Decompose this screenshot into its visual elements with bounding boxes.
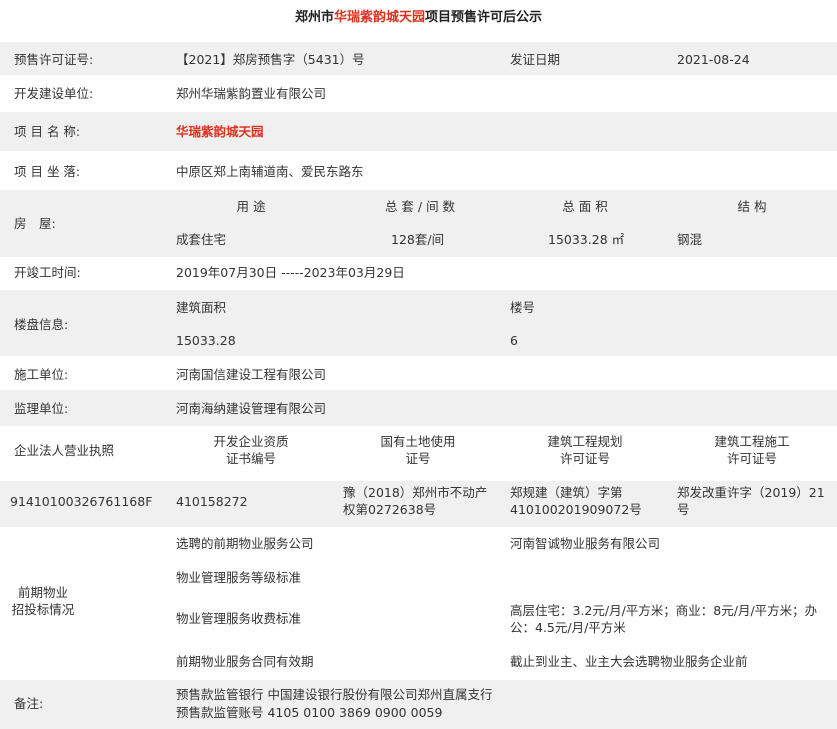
license-header-qualification: 开发企业资质 证书编号 (213, 434, 289, 466)
housing-header-units: 总 套 / 间 数 (384, 199, 456, 214)
developer-value: 郑州华瑞紫韵置业有限公司 (176, 86, 327, 101)
property-key-fee: 物业管理服务收费标准 (176, 611, 302, 626)
housing-header-area: 总 面 积 (562, 199, 608, 214)
supervisor-label: 监理单位: (14, 401, 69, 416)
supervisor-value: 河南海纳建设管理有限公司 (176, 401, 327, 416)
building-no-value: 6 (510, 333, 518, 348)
building-area-label: 建筑面积 (176, 300, 227, 315)
schedule-value: 2019年07月30日 -----2023年03月29日 (176, 265, 405, 280)
license-header-business: 企业法人营业执照 (14, 443, 115, 458)
remarks-label: 备注: (14, 696, 44, 711)
license-value-planning: 郑规建（建筑）字第410100201909072号 (510, 485, 642, 517)
location-value: 中原区郑上南辅道南、爱民东路东 (176, 164, 364, 179)
building-area-value: 15033.28 (176, 333, 236, 348)
row-band-project-name (0, 112, 837, 151)
property-label: 前期物业 招投标情况 (11, 585, 75, 617)
license-value-land: 豫（2018）郑州市不动产权第0272638号 (343, 485, 488, 517)
permit-value: 【2021】郑房预售字（5431）号 (176, 52, 365, 67)
page-title: 郑州市华瑞紫韵城天园项目预售许可后公示 (0, 6, 837, 25)
housing-header-structure: 结 构 (737, 199, 767, 214)
issue-date-value: 2021-08-24 (677, 52, 750, 67)
property-value-company: 河南智诚物业服务有限公司 (510, 536, 661, 551)
project-name-label: 项 目 名 称: (14, 124, 81, 139)
housing-value-use: 成套住宅 (176, 232, 227, 247)
license-value-business: 91410100326761168F (10, 494, 153, 509)
title-prefix: 郑州市 (294, 10, 334, 25)
property-value-fee: 高层住宅：3.2元/月/平方米；商业：8元/月/平方米；办公：4.5元/月/平方… (510, 603, 818, 635)
schedule-label: 开竣工时间: (14, 265, 81, 280)
property-key-company: 选聘的前期物业服务公司 (176, 536, 314, 551)
housing-value-units: 128套/间 (391, 232, 445, 247)
issue-date-label: 发证日期 (510, 52, 561, 67)
license-value-construction: 郑发改重许字（2019）21号 (677, 485, 825, 517)
constructor-value: 河南国信建设工程有限公司 (176, 367, 327, 382)
property-value-contract: 截止到业主、业主大会选聘物业服务企业前 (510, 654, 748, 669)
building-no-label: 楼号 (510, 300, 536, 315)
remarks-bank: 预售款监管银行 中国建设银行股份有限公司郑州直属支行 (176, 687, 493, 702)
row-band-building (0, 290, 837, 356)
license-value-qualification: 410158272 (176, 494, 248, 509)
property-key-contract: 前期物业服务合同有效期 (176, 654, 314, 669)
developer-label: 开发建设单位: (14, 86, 94, 101)
property-key-level: 物业管理服务等级标准 (176, 570, 302, 585)
housing-value-area: 15033.28 ㎡ (548, 232, 625, 247)
housing-header-use: 用 途 (236, 199, 266, 214)
license-header-land: 国有土地使用 证号 (380, 434, 456, 466)
license-header-planning: 建筑工程规划 许可证号 (547, 434, 623, 466)
title-project: 华瑞紫韵城天园 (333, 10, 425, 25)
row-band-supervisor (0, 390, 837, 426)
project-name-value: 华瑞紫韵城天园 (176, 124, 264, 139)
title-suffix: 项目预售许可后公示 (425, 10, 543, 25)
permit-label: 预售许可证号: (14, 52, 94, 67)
constructor-label: 施工单位: (14, 367, 69, 382)
remarks-account: 预售款监管账号 4105 0100 3869 0900 0059 (176, 705, 443, 720)
housing-label: 房 屋: (14, 216, 56, 231)
license-header-construction: 建筑工程施工 许可证号 (714, 434, 790, 466)
housing-value-structure: 钢混 (677, 232, 703, 247)
building-label: 楼盘信息: (14, 317, 69, 332)
location-label: 项 目 坐 落: (14, 164, 81, 179)
